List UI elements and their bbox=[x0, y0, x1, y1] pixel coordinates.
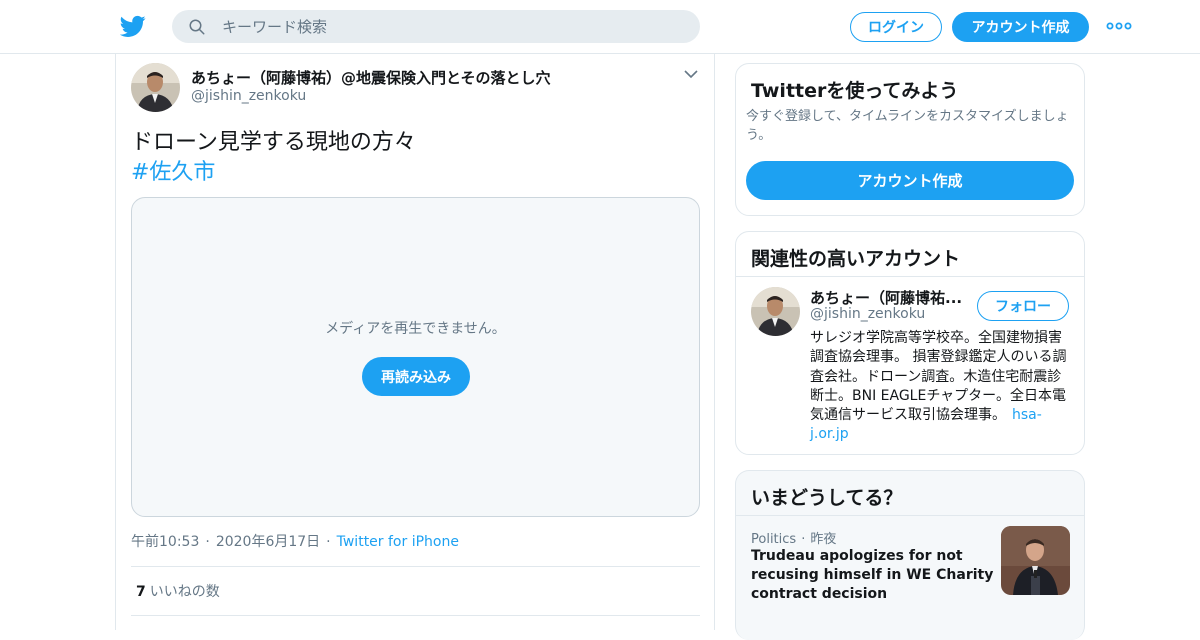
chevron-down-icon[interactable] bbox=[684, 69, 698, 79]
search-input[interactable] bbox=[222, 17, 662, 36]
hashtag-link[interactable]: #佐久市 bbox=[131, 158, 416, 188]
tweet-body: ドローン見学する現地の方々 bbox=[131, 130, 416, 155]
signup-card-title: Twitterを使ってみよう bbox=[751, 80, 959, 102]
avatar-photo bbox=[751, 287, 800, 336]
trend-thumbnail[interactable] bbox=[1001, 526, 1070, 595]
trend-category: Politics bbox=[751, 532, 797, 547]
author-handle[interactable]: @jishin_zenkoku bbox=[191, 88, 306, 104]
follow-button[interactable]: フォロー bbox=[977, 291, 1069, 321]
search-bar[interactable] bbox=[172, 10, 700, 43]
media-player: メディアを再生できません。 再読み込み bbox=[131, 197, 700, 517]
search-icon bbox=[189, 19, 205, 34]
trend-meta: Politics · 昨夜 bbox=[751, 532, 837, 547]
tweet-text: ドローン見学する現地の方々 #佐久市 bbox=[131, 128, 416, 188]
related-header: 関連性の高いアカウント bbox=[736, 232, 1084, 277]
related-handle[interactable]: @jishin_zenkoku bbox=[810, 306, 925, 322]
tweet-column: あちょー（阿藤博祐）@地震保険入門とその落とし穴 @jishin_zenkoku… bbox=[115, 54, 715, 630]
tweet-source-link[interactable]: Twitter for iPhone bbox=[337, 534, 459, 550]
tweet-date: 2020年6月17日 bbox=[215, 534, 321, 550]
tweet-time: 午前10:53 bbox=[131, 534, 200, 550]
news-photo bbox=[1001, 526, 1070, 595]
trend-headline[interactable]: Trudeau apologizes for not recusing hims… bbox=[751, 547, 996, 604]
likes-label: いいねの数 bbox=[149, 584, 220, 600]
related-accounts-card: 関連性の高いアカウント あちょー（阿藤博祐... @jishin_zenkoku… bbox=[735, 231, 1085, 455]
signup-button[interactable]: アカウント作成 bbox=[952, 12, 1089, 42]
signup-description: 今すぐ登録して、タイムラインをカスタマイズしましょう。 bbox=[746, 109, 1069, 143]
media-error-message: メディアを再生できません。 bbox=[325, 321, 506, 337]
related-title: 関連性の高いアカウント bbox=[751, 248, 961, 270]
trends-card: いまどうしてる？ Politics · 昨夜 Trudeau apologizes … bbox=[735, 470, 1085, 640]
related-bio: サレジオ学院高等学校卒。全国建物損害調査協会理事。 損害登録鑑定人のいる調査会社… bbox=[810, 329, 1072, 445]
trends-title: いまどうしてる？ bbox=[751, 487, 903, 509]
trends-header: いまどうしてる？ bbox=[736, 471, 1084, 516]
tweet-metadata: 午前10:53 · 2020年6月17日 · Twitter for iPhone bbox=[131, 534, 459, 550]
more-dots-icon[interactable] bbox=[1106, 18, 1132, 34]
author-avatar[interactable] bbox=[131, 63, 180, 112]
login-button[interactable]: ログイン bbox=[850, 12, 942, 42]
divider bbox=[131, 566, 700, 567]
author-name[interactable]: あちょー（阿藤博祐）@地震保険入門とその落とし穴 bbox=[191, 67, 551, 88]
reload-button[interactable]: 再読み込み bbox=[362, 357, 470, 396]
twitter-bird-icon[interactable] bbox=[120, 13, 146, 39]
top-navigation-bar: ログイン アカウント作成 bbox=[0, 0, 1200, 54]
related-avatar[interactable] bbox=[751, 287, 800, 336]
signup-card-button[interactable]: アカウント作成 bbox=[746, 161, 1074, 200]
trend-time: 昨夜 bbox=[810, 532, 837, 547]
likes-stat[interactable]: 7 いいねの数 bbox=[136, 581, 220, 601]
related-name[interactable]: あちょー（阿藤博祐... bbox=[810, 287, 970, 308]
divider bbox=[131, 615, 700, 616]
signup-card: Twitterを使ってみよう 今すぐ登録して、タイムラインをカスタマイズしましょ… bbox=[735, 63, 1085, 216]
likes-count: 7 bbox=[136, 584, 146, 600]
avatar-photo bbox=[131, 63, 180, 112]
